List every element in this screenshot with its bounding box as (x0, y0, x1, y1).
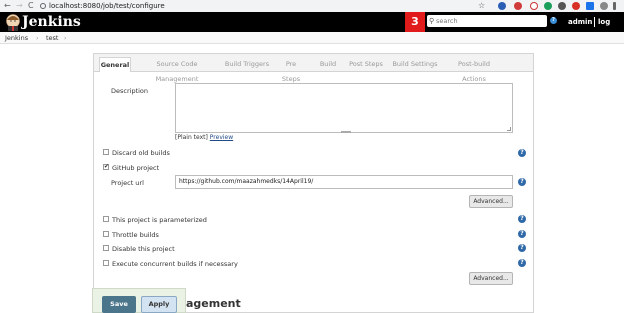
preview-link[interactable]: Preview (210, 134, 233, 141)
throttle-builds-checkbox[interactable] (103, 231, 109, 237)
parameterized-checkbox[interactable] (103, 216, 109, 222)
config-tabs: General Source Code Management Build Tri… (94, 54, 533, 83)
breadcrumb-separator[interactable]: › (64, 32, 67, 44)
advanced-button[interactable]: Advanced... (469, 272, 513, 285)
throttle-builds-label[interactable]: Throttle builds (112, 231, 159, 239)
tab-post-build-actions[interactable]: Post-build Actions (446, 57, 502, 83)
reload-icon[interactable]: C (28, 0, 34, 12)
textarea-resize-handle[interactable] (507, 127, 511, 131)
discard-old-builds-label[interactable]: Discard old builds (112, 149, 170, 157)
extension-red-icon[interactable] (572, 2, 580, 10)
markup-hint: [Plain text] Preview (175, 134, 233, 141)
extension-github-icon[interactable] (558, 2, 566, 10)
search-box[interactable]: ⚲ (427, 15, 547, 27)
extension-blue-icon[interactable] (586, 2, 594, 10)
user-link[interactable]: admin (568, 12, 592, 32)
help-icon[interactable]: ? (518, 149, 526, 157)
help-icon[interactable]: ? (518, 215, 526, 223)
header-divider (594, 17, 595, 27)
notification-badge[interactable]: 3 (405, 12, 425, 32)
address-bar[interactable]: localhost:8080/job/test/configure (49, 0, 165, 12)
breadcrumb: Jenkins › test › (0, 32, 624, 44)
description-label: Description (111, 87, 149, 95)
forward-icon[interactable]: → (16, 0, 23, 12)
breadcrumb-test[interactable]: test (46, 32, 58, 44)
search-icon: ⚲ (429, 17, 435, 25)
plain-text-label: [Plain text] (175, 134, 208, 141)
tab-post-steps[interactable]: Post Steps (348, 57, 384, 72)
help-icon[interactable]: ? (518, 230, 526, 238)
extension-camera-icon[interactable] (530, 2, 538, 10)
parameterized-label[interactable]: This project is parameterized (112, 216, 207, 224)
site-info-icon[interactable] (40, 3, 46, 9)
textarea-grip[interactable] (341, 131, 351, 133)
section-title-partial: agement (186, 297, 241, 310)
breadcrumb-jenkins[interactable]: Jenkins (5, 32, 28, 44)
tab-general[interactable]: General (99, 57, 131, 72)
extension-shield-icon[interactable] (498, 2, 506, 10)
help-icon[interactable]: ? (518, 178, 526, 186)
project-url-field[interactable]: https://github.com/maazahmedks/14April19… (175, 175, 513, 189)
tab-build-triggers[interactable]: Build Triggers (224, 57, 270, 72)
save-button[interactable]: Save (102, 296, 136, 313)
help-icon[interactable]: ? (518, 259, 526, 267)
extension-grammar-icon[interactable] (544, 2, 552, 10)
description-textarea[interactable] (175, 83, 513, 133)
help-icon[interactable]: ? (550, 17, 557, 24)
project-url-label: Project url (111, 179, 144, 187)
search-input[interactable] (436, 15, 544, 27)
bookmark-star-icon[interactable]: ☆ (478, 2, 486, 10)
tab-build-settings[interactable]: Build Settings (392, 57, 438, 72)
github-project-label[interactable]: GitHub project (112, 164, 159, 172)
browser-toolbar: ← → C localhost:8080/job/test/configure … (0, 0, 624, 12)
menu-icon[interactable] (613, 2, 616, 10)
jenkins-logo-icon[interactable] (5, 13, 21, 31)
extension-pocket-icon[interactable] (514, 2, 522, 10)
tab-pre-steps[interactable]: Pre Steps (276, 57, 306, 83)
tab-source-code-management[interactable]: Source Code Management (136, 57, 218, 83)
disable-project-checkbox[interactable] (103, 245, 109, 251)
screen: ← → C localhost:8080/job/test/configure … (0, 0, 624, 313)
concurrent-builds-label[interactable]: Execute concurrent builds if necessary (112, 260, 238, 268)
jenkins-title[interactable]: Jenkins (22, 12, 81, 32)
discard-old-builds-checkbox[interactable] (103, 149, 109, 155)
tab-build[interactable]: Build (316, 57, 340, 72)
profile-icon[interactable] (600, 2, 608, 10)
help-icon[interactable]: ? (518, 244, 526, 252)
breadcrumb-separator[interactable]: › (36, 32, 39, 44)
back-icon[interactable]: ← (4, 0, 11, 12)
advanced-button[interactable]: Advanced... (469, 195, 513, 208)
apply-button[interactable]: Apply (141, 296, 177, 313)
github-project-checkbox[interactable] (103, 163, 109, 170)
concurrent-builds-checkbox[interactable] (103, 260, 109, 266)
disable-project-label[interactable]: Disable this project (112, 245, 175, 253)
config-panel: General Source Code Management Build Tri… (93, 53, 534, 313)
